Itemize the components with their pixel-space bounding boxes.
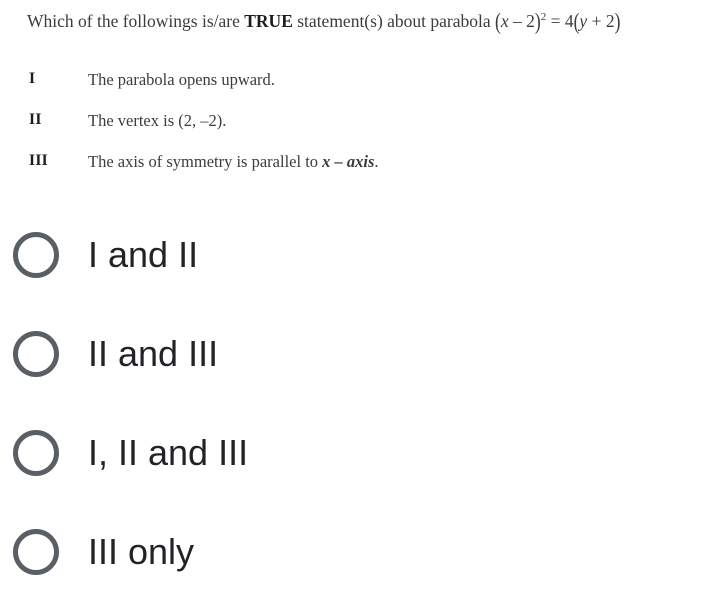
question-emphasis-true: TRUE bbox=[244, 11, 293, 31]
answer-option-label: I and II bbox=[88, 233, 199, 275]
equation-open-paren-2: ( bbox=[573, 7, 580, 35]
radio-button-icon[interactable] bbox=[13, 231, 59, 278]
equation-open-paren: ( bbox=[495, 7, 501, 35]
answer-option-i-ii-and-iii[interactable]: I, II and III bbox=[0, 403, 714, 502]
equation-constant-two: 2 bbox=[526, 11, 535, 31]
equation-equals-operator: = bbox=[546, 11, 565, 31]
statement-text-ii: The vertex is (2, –2). bbox=[88, 111, 226, 131]
answer-option-ii-and-iii[interactable]: II and III bbox=[0, 304, 714, 403]
equation-constant-two-2: 2 bbox=[605, 11, 615, 31]
statement-text-iii: The axis of symmetry is parallel to x – … bbox=[88, 152, 379, 172]
equation-close-paren: ) bbox=[534, 7, 541, 35]
statement-iii-axis-term: x – axis bbox=[322, 152, 375, 171]
statement-iii-prefix: The axis of symmetry is parallel to bbox=[88, 152, 323, 171]
statement-row-i: I The parabola opens upward. bbox=[0, 70, 714, 111]
question-stem: Which of the followings is/are TRUE stat… bbox=[27, 7, 714, 34]
equation-minus-operator: – bbox=[508, 11, 527, 31]
answer-option-i-and-ii[interactable]: I and II bbox=[0, 205, 714, 304]
statement-row-iii: III The axis of symmetry is parallel to … bbox=[0, 152, 714, 193]
radio-button-icon[interactable] bbox=[13, 429, 59, 476]
statement-numeral-i: I bbox=[29, 70, 36, 87]
equation-plus-operator: + bbox=[587, 11, 606, 31]
statement-row-ii: II The vertex is (2, –2). bbox=[0, 111, 714, 152]
statement-ii-vertex-coordinates: (2, –2) bbox=[178, 111, 223, 130]
statement-numeral-ii: II bbox=[29, 111, 42, 128]
statement-list: I The parabola opens upward. II The vert… bbox=[0, 70, 714, 193]
radio-button-icon[interactable] bbox=[13, 330, 59, 377]
question-lead-text: Which of the followings is/are bbox=[27, 11, 245, 31]
statement-iii-suffix: . bbox=[374, 152, 379, 171]
statement-numeral-iii: III bbox=[29, 152, 48, 169]
question-mid-text: statement(s) about parabola bbox=[292, 11, 496, 31]
answer-option-label: I, II and III bbox=[88, 431, 249, 473]
statement-i-body: The parabola opens upward. bbox=[88, 70, 275, 89]
question-equation: (x – 2)2 = 4(y + 2) bbox=[495, 7, 620, 34]
answer-option-label: II and III bbox=[88, 332, 219, 374]
statement-ii-suffix: . bbox=[222, 111, 227, 130]
answer-options-group: I and II II and III I, II and III III on… bbox=[0, 205, 714, 601]
statement-ii-prefix: The vertex is bbox=[88, 111, 179, 130]
answer-option-label: III only bbox=[88, 530, 195, 572]
equation-x-variable: x bbox=[500, 11, 509, 31]
radio-button-icon[interactable] bbox=[13, 528, 59, 575]
equation-close-paren-2: ) bbox=[614, 7, 621, 35]
equation-coefficient-four: 4 bbox=[564, 11, 574, 31]
statement-text-i: The parabola opens upward. bbox=[88, 70, 275, 90]
answer-option-iii-only[interactable]: III only bbox=[0, 502, 714, 601]
